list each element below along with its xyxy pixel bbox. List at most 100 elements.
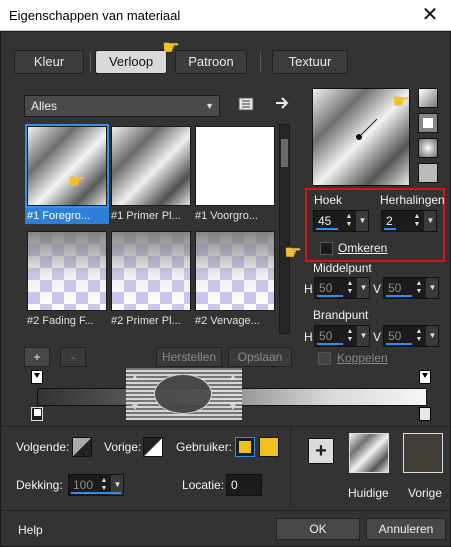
chevron-down-icon[interactable]: ▼ — [424, 211, 436, 231]
midpoint-h-level-bar — [317, 295, 343, 297]
divider — [0, 426, 451, 427]
repeats-spinbox[interactable]: 2 ▲ ▼ ▼ — [381, 210, 437, 232]
opacity-label: Dekking: — [16, 478, 63, 492]
current-material-swatch[interactable] — [349, 433, 389, 473]
add-to-swatches-button[interactable]: + — [308, 438, 334, 464]
spin-arrows-icon[interactable]: ▲ ▼ — [343, 328, 357, 344]
gradient-caption: #1 Primer Pl... — [111, 210, 181, 222]
tab-texture[interactable]: Textuur — [272, 50, 348, 74]
spin-arrows-icon[interactable]: ▲ ▼ — [97, 477, 111, 493]
focal-label: Brandpunt — [313, 308, 369, 322]
midpoint-v-spinbox[interactable]: 50 ▲ ▼ ▼ — [383, 277, 439, 299]
chevron-down-icon[interactable]: ▼ — [426, 326, 438, 346]
focal-h-value: 50 — [319, 329, 333, 343]
watermark-emblem — [154, 374, 212, 414]
spin-arrows-icon[interactable]: ▲ ▼ — [412, 328, 426, 344]
angle-level-bar — [316, 228, 338, 230]
watermark-logo: ▲ ▼ ▲ ▼ — [126, 368, 242, 420]
repeats-value: 2 — [386, 214, 393, 228]
chevron-down-icon[interactable]: ▼ — [356, 211, 368, 231]
bottom-stop-marker[interactable] — [31, 407, 43, 421]
angle-spinbox[interactable]: 45 ▲ ▼ ▼ — [313, 210, 369, 232]
invert-checkbox[interactable] — [320, 242, 333, 255]
spin-arrows-icon[interactable]: ▲ ▼ — [342, 213, 356, 229]
tab-pattern[interactable]: Patroon — [175, 50, 247, 74]
current-label: Huidige — [348, 486, 389, 500]
midpoint-h-spinbox[interactable]: 50 ▲ ▼ ▼ — [314, 277, 370, 299]
previous-label: Vorige — [408, 486, 443, 500]
watermark-arrow-icon: ▼ — [228, 402, 238, 413]
gradient-list-scrollbar[interactable] — [279, 124, 290, 334]
midpoint-v-value: 50 — [388, 281, 402, 295]
link-checkbox[interactable] — [318, 352, 331, 365]
focal-v-value: 50 — [388, 329, 402, 343]
gradient-thumbnail[interactable] — [27, 231, 107, 311]
gradient-thumbnail[interactable] — [25, 124, 109, 208]
spin-arrows-icon[interactable]: ▲ ▼ — [410, 213, 424, 229]
tab-gradient[interactable]: Verloop — [95, 50, 167, 74]
collection-icon[interactable] — [238, 96, 254, 112]
divider — [290, 427, 291, 507]
stop-marker-icon — [34, 373, 40, 378]
opacity-spinbox[interactable]: 100 ▲ ▼ ▼ — [68, 474, 124, 496]
top-stop-marker[interactable] — [419, 370, 431, 384]
rectangular-style-button[interactable] — [418, 113, 438, 133]
chevron-down-icon[interactable]: ▼ — [426, 278, 438, 298]
add-stop-button[interactable]: + — [24, 347, 50, 367]
gradient-caption: #2 Vervage... — [195, 315, 260, 327]
gradient-caption: #1 Foregro... — [25, 208, 109, 224]
scrollbar-thumb[interactable] — [281, 139, 288, 167]
midpoint-v-level-bar — [386, 295, 412, 297]
previous-material-swatch[interactable] — [403, 433, 443, 473]
cancel-button[interactable]: Annuleren — [366, 518, 446, 540]
radial-gradient-icon[interactable] — [418, 138, 438, 158]
ok-button[interactable]: OK — [276, 518, 360, 540]
gradient-thumbnail[interactable] — [111, 231, 191, 311]
focal-v-label: V — [373, 330, 382, 344]
help-link[interactable]: Help — [18, 523, 43, 537]
sunburst-style-button[interactable] — [418, 163, 438, 183]
midpoint-label: Middelpunt — [313, 261, 372, 275]
user-color-picker[interactable] — [235, 437, 255, 457]
spin-arrows-icon[interactable]: ▲ ▼ — [412, 280, 426, 296]
spin-arrows-icon[interactable]: ▲ ▼ — [343, 280, 357, 296]
watermark-arrow-icon: ▼ — [130, 402, 140, 413]
user-color-swatch[interactable] — [259, 437, 279, 457]
gradient-thumbnail[interactable] — [195, 231, 275, 311]
stop-marker-icon — [422, 373, 428, 378]
pointing-hand-icon: ☛ — [392, 91, 410, 113]
focal-v-spinbox[interactable]: 50 ▲ ▼ ▼ — [383, 325, 439, 347]
user-color-chip — [239, 441, 251, 453]
prev-color-swatch[interactable] — [143, 437, 163, 457]
gradient-caption: #2 Fading F... — [27, 315, 94, 327]
arrow-right-icon[interactable] — [274, 95, 290, 111]
close-icon[interactable]: ✕ — [409, 0, 451, 31]
linear-style-button[interactable] — [418, 88, 438, 108]
gradient-thumbnail[interactable] — [195, 126, 275, 206]
reset-button[interactable]: Herstellen — [156, 347, 222, 367]
remove-stop-button[interactable]: - — [60, 347, 86, 367]
location-label: Locatie: — [182, 478, 225, 492]
focal-h-spinbox[interactable]: 50 ▲ ▼ ▼ — [314, 325, 370, 347]
gradient-thumbnail[interactable] — [111, 126, 191, 206]
top-stop-marker[interactable] — [31, 370, 43, 384]
tab-color[interactable]: Kleur — [14, 50, 84, 74]
angle-value: 45 — [318, 214, 332, 228]
pointing-hand-icon: ☛ — [162, 37, 180, 59]
repeats-level-bar — [384, 228, 396, 230]
save-gradient-button[interactable]: Opslaan — [228, 347, 292, 367]
location-input[interactable]: 0 — [226, 474, 262, 496]
chevron-down-icon[interactable]: ▼ — [357, 326, 369, 346]
focal-h-label: H — [304, 330, 313, 344]
pointing-hand-icon: ☛ — [68, 171, 86, 193]
category-dropdown[interactable]: Alles ▼ — [24, 95, 220, 117]
chevron-down-icon[interactable]: ▼ — [357, 278, 369, 298]
next-color-label: Volgende: — [16, 440, 70, 454]
prev-color-label: Vorige: — [104, 440, 142, 454]
opacity-level-bar — [71, 492, 121, 494]
gradient-caption: #2 Primer Pl... — [111, 315, 181, 327]
angle-label: Hoek — [314, 193, 343, 207]
tab-separator — [260, 52, 261, 72]
next-color-swatch[interactable] — [72, 437, 92, 457]
bottom-stop-marker[interactable] — [419, 407, 431, 421]
